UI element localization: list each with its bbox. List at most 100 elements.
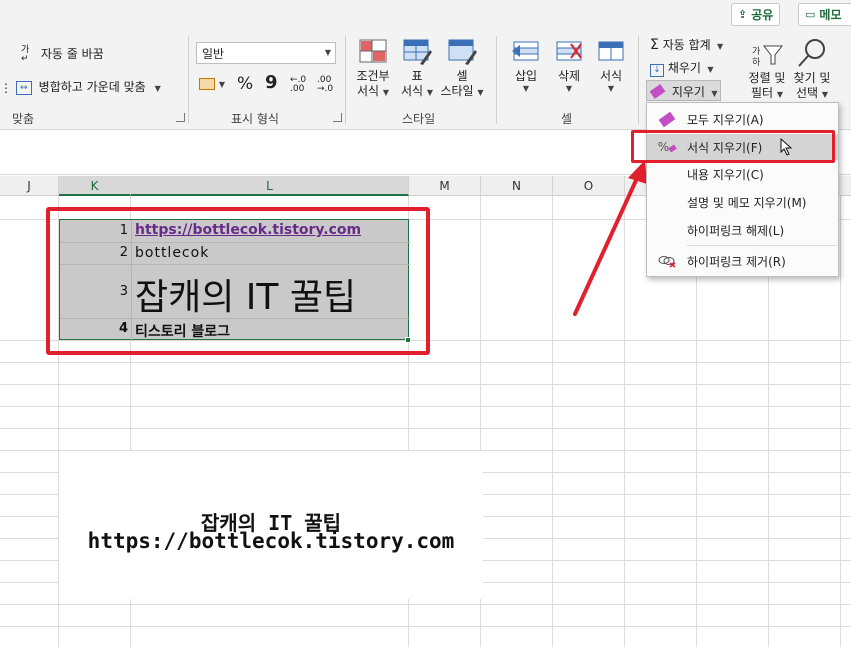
increase-decimal-button[interactable]: ←.0.00 (290, 76, 306, 94)
svg-text:가: 가 (752, 46, 760, 57)
menu-item-label: 설명 및 메모 지우기(M) (687, 195, 807, 210)
menu-item-label: 하이퍼링크 제거(R) (687, 254, 786, 269)
group-divider (496, 36, 497, 124)
table-format-label-2: 서식 (400, 84, 424, 98)
column-header-l[interactable]: L (131, 176, 409, 196)
table-format-icon (403, 39, 432, 65)
format-cells-icon (598, 41, 624, 61)
insert-cells-button[interactable]: 삽입 ▼ (507, 38, 545, 93)
alignment-group-label: 맞춤 (12, 112, 35, 126)
styles-group-label: 스타일 (402, 112, 436, 126)
cell-styles-label: 셀 (456, 69, 468, 83)
comma-button[interactable]: 9 (265, 72, 278, 93)
wrap-text-label: 자동 줄 바꿈 (40, 47, 104, 61)
menu-item-clear-contents[interactable]: 내용 지우기(C) (647, 161, 838, 187)
autosum-button[interactable]: Σ 자동 합계 ▼ (650, 36, 723, 53)
group-divider (638, 36, 639, 124)
menu-item-label: 하이퍼링크 해제(L) (687, 223, 785, 238)
eraser-icon (658, 111, 676, 127)
format-cells-button[interactable]: 서식 ▼ (592, 38, 630, 93)
remove-link-icon (658, 256, 676, 268)
clear-button[interactable]: 지우기 ▼ (646, 80, 721, 101)
merge-center-icon: ↔ (15, 80, 32, 95)
column-header-o[interactable]: O (553, 176, 625, 196)
share-label: 공유 (751, 8, 774, 22)
conditional-format-button[interactable]: 조건부 서식 ▼ (352, 38, 394, 100)
highlight-box (46, 207, 430, 355)
grid-line (840, 196, 841, 647)
grid-line (0, 406, 851, 407)
find-select-button[interactable]: 찾기 및 선택 ▼ (790, 38, 834, 102)
sort-filter-label-2: 필터 (750, 86, 774, 100)
watermark-image: 잡캐의 IT 꿀팁 https://bottlecok.tistory.com (59, 451, 483, 599)
merge-center-label: 병합하고 가운데 맞춤 (38, 80, 146, 94)
cell-styles-label-2: 스타일 (440, 84, 474, 98)
percent-button[interactable]: % (237, 74, 253, 94)
grid-line (0, 362, 851, 363)
insert-cells-icon (512, 41, 539, 61)
fill-label: 채우기 (667, 61, 701, 75)
delete-cells-icon (556, 41, 582, 61)
currency-icon (199, 77, 215, 90)
number-launcher-icon[interactable] (333, 113, 342, 122)
clear-dropdown-menu: 모두 지우기(A) % 서식 지우기(F) 내용 지우기(C) 설명 및 메모 … (646, 102, 839, 277)
grid-line (0, 604, 851, 605)
currency-button[interactable]: ▼ (199, 76, 225, 90)
number-group-label: 표시 형식 (231, 112, 279, 126)
delete-cells-label: 삭제 (557, 69, 581, 83)
number-format-select[interactable]: 일반 ▼ (196, 42, 336, 64)
magnifier-icon (798, 39, 825, 67)
grid-line (0, 626, 851, 627)
column-label: M (439, 179, 450, 193)
alignment-launcher-icon[interactable] (176, 113, 185, 122)
memo-button[interactable]: ▭ 메모 (798, 3, 851, 26)
merge-icon: ⋮ (0, 80, 12, 95)
wrap-text-button[interactable]: 가 ↵ 자동 줄 바꿈 (21, 45, 104, 64)
chevron-down-icon[interactable]: ▼ (149, 84, 161, 93)
menu-item-unlink-hyperlinks[interactable]: 하이퍼링크 해제(L) (647, 217, 838, 243)
menu-item-remove-hyperlinks[interactable]: 하이퍼링크 제거(R) (647, 248, 838, 274)
percent-icon: % (237, 74, 254, 94)
memo-icon: ▭ (805, 8, 816, 21)
chevron-down-icon: ▼ (477, 88, 484, 97)
comma-icon: 9 (265, 72, 278, 93)
conditional-format-icon (359, 39, 387, 63)
eraser-icon (649, 84, 666, 99)
column-header-k[interactable]: K (59, 176, 131, 196)
group-divider (345, 36, 346, 124)
grid-line (0, 428, 851, 429)
menu-item-label: 모두 지우기(A) (687, 112, 764, 127)
merge-center-button[interactable]: ⋮ ↔ 병합하고 가운데 맞춤 ▼ (0, 78, 161, 95)
fill-down-icon: ↓ (650, 64, 664, 77)
chevron-down-icon: ▼ (382, 88, 390, 97)
column-label: K (90, 179, 99, 193)
fill-button[interactable]: ↓ 채우기 ▼ (650, 59, 713, 77)
menu-highlight-box (631, 130, 835, 163)
number-format-value: 일반 (202, 47, 225, 61)
cell-styles-icon (448, 39, 477, 65)
format-cells-label: 서식 (599, 69, 623, 83)
share-icon: ⇪ (738, 8, 748, 21)
delete-cells-button[interactable]: 삭제 ▼ (550, 38, 588, 93)
column-header-m[interactable]: M (409, 176, 481, 196)
chevron-down-icon: ▼ (565, 84, 573, 93)
chevron-down-icon: ▼ (821, 90, 829, 99)
column-header-n[interactable]: N (481, 176, 553, 196)
share-button[interactable]: ⇪ 공유 (731, 3, 781, 26)
chevron-down-icon: ▼ (426, 88, 434, 97)
sort-filter-icon: 가 하 (752, 45, 784, 68)
cell-styles-button[interactable]: 셀 스타일 ▼ (440, 38, 484, 100)
column-label: J (27, 179, 31, 193)
menu-item-label: 내용 지우기(C) (687, 167, 764, 182)
grid-line (552, 196, 553, 647)
grid-line (624, 196, 625, 647)
menu-item-clear-comments[interactable]: 설명 및 메모 지우기(M) (647, 189, 838, 215)
decrease-decimal-button[interactable]: .00 →.0 (317, 76, 333, 94)
sort-filter-button[interactable]: 가 하 정렬 및 필터 ▼ (744, 40, 790, 102)
find-select-label-2: 선택 (795, 86, 819, 100)
chevron-down-icon: ▼ (218, 80, 225, 89)
column-header-j[interactable]: J (0, 176, 59, 196)
table-format-button[interactable]: 표 서식 ▼ (396, 38, 438, 100)
chevron-down-icon: ▼ (714, 42, 724, 51)
menu-item-clear-all[interactable]: 모두 지우기(A) (647, 106, 838, 132)
